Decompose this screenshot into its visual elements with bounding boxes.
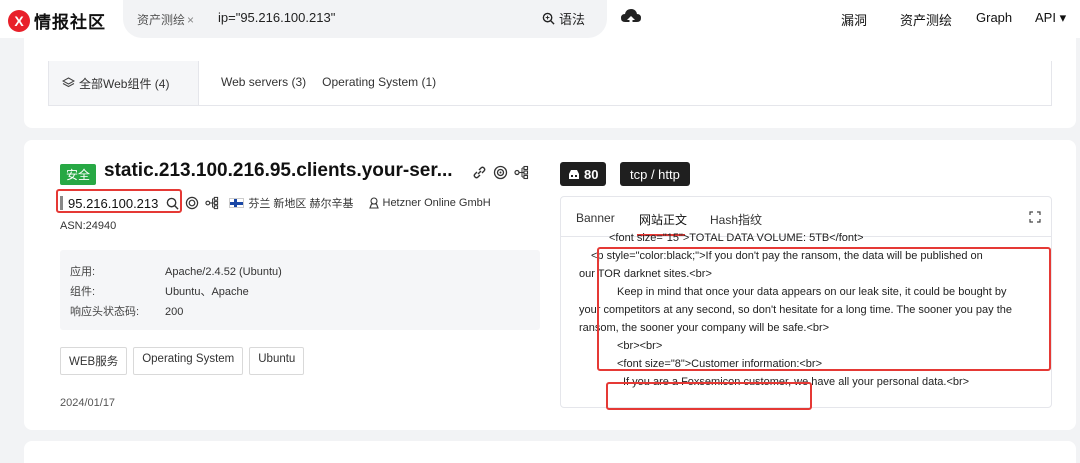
org-name: Hetzner Online GmbH [382, 197, 491, 209]
port-badge[interactable]: 80 [560, 162, 607, 186]
layers-icon [62, 77, 75, 88]
info-row-app: 应用: Apache/2.4.52 (Ubuntu) [70, 263, 282, 279]
ip-line: 95.216.100.213 芬兰 新地区 赫尔辛基 Hetzner Onlin… [60, 195, 491, 211]
info-key: 组件: [70, 286, 96, 298]
search-icon [542, 12, 555, 25]
tab-banner[interactable]: Banner [576, 211, 615, 225]
tab-site-body[interactable]: 网站正文 [639, 211, 687, 228]
graph-icon[interactable] [514, 165, 529, 180]
server-icon [569, 169, 579, 179]
code-line: <br><br> [617, 340, 663, 352]
next-card [24, 441, 1076, 463]
nav-graph[interactable]: Graph [976, 10, 1012, 25]
host-title[interactable]: static.213.100.216.95.clients.your-ser..… [104, 160, 453, 182]
tag-operating-system[interactable]: Operating System [133, 347, 244, 375]
info-key: 应用: [70, 266, 96, 278]
safe-badge: 安全 [60, 164, 97, 185]
nav-asset-mapping[interactable]: 资产测绘 [900, 10, 952, 29]
components-table: 全部Web组件 (4) Web servers (3) Operating Sys… [48, 61, 1052, 106]
link-icon[interactable] [472, 165, 487, 180]
all-web-components[interactable]: 全部Web组件 (4) [49, 61, 199, 105]
info-row-component: 组件: Ubuntu、Apache [70, 283, 249, 299]
code-line: ransom, the sooner your company will be … [579, 322, 830, 334]
search-scope-tab[interactable]: 资产测绘 × [137, 11, 194, 28]
fullscreen-icon[interactable] [1029, 211, 1041, 223]
code-line: <font size="15">TOTAL DATA VOLUME: 5TB</… [609, 232, 864, 244]
title-actions [472, 165, 529, 180]
banner-panel: Banner 网站正文 Hash指纹 <font size="15">TOTAL… [560, 196, 1052, 408]
site-body-content: <font size="15">TOTAL DATA VOLUME: 5TB</… [561, 232, 1051, 391]
search-input[interactable]: ip="95.216.100.213" [218, 10, 335, 25]
components-card: 全部Web组件 (4) Web servers (3) Operating Sys… [24, 38, 1076, 128]
code-line: <font size="8">Customer information:<br> [617, 358, 822, 370]
ip-actions [166, 196, 219, 210]
search-scope-label: 资产测绘 [137, 13, 186, 27]
component-web-servers[interactable]: Web servers (3) [221, 75, 306, 89]
info-value[interactable]: Apache/2.4.52 (Ubuntu) [165, 266, 282, 278]
org-label[interactable]: Hetzner Online GmbH [368, 197, 491, 209]
code-line: Keep in mind that once your data appears… [617, 286, 1007, 298]
component-operating-system[interactable]: Operating System (1) [322, 75, 436, 89]
search-icon[interactable] [166, 197, 179, 210]
nav-vulnerabilities[interactable]: 漏洞 [841, 10, 867, 29]
components-head-label: 全部Web组件 (4) [79, 76, 170, 91]
logo-mark: X [8, 9, 30, 32]
cloud-upload-icon[interactable] [620, 8, 642, 28]
code-line: <p style="color:black;">If you don't pay… [591, 250, 983, 262]
tag-ubuntu[interactable]: Ubuntu [249, 347, 305, 375]
tag-list: WEB服务 Operating System Ubuntu [60, 347, 305, 375]
target-icon[interactable] [185, 196, 199, 210]
scan-date: 2024/01/17 [60, 397, 116, 409]
code-line: your competitors at any second, so don't… [579, 304, 1012, 316]
organization-icon [368, 197, 379, 209]
info-row-status: 响应头状态码: 200 [70, 303, 183, 319]
tab-hash-fingerprint[interactable]: Hash指纹 [710, 211, 762, 228]
close-icon[interactable]: × [187, 13, 194, 27]
location-text[interactable]: 芬兰 新地区 赫尔辛基 [248, 195, 353, 211]
code-line: our TOR darknet sites.<br> [579, 268, 712, 280]
nav-api[interactable]: API ▾ [1035, 10, 1066, 26]
info-value[interactable]: 200 [165, 306, 183, 318]
graph-icon[interactable] [205, 196, 219, 210]
logo-text: 情报社区 [34, 13, 106, 32]
ip-marker [60, 196, 63, 210]
logo[interactable]: X 情报社区 [8, 8, 106, 33]
search-bar[interactable]: 资产测绘 × ip="95.216.100.213" 语法 [123, 0, 607, 38]
syntax-label: 语法 [559, 12, 586, 27]
finland-flag-icon [229, 198, 245, 208]
component-list: Web servers (3) Operating System (1) [221, 75, 452, 89]
code-line: If you are a Foxsemicon customer, we hav… [623, 376, 970, 388]
top-header: X 情报社区 资产测绘 × ip="95.216.100.213" 语法 漏洞 资… [0, 0, 1080, 38]
info-key: 响应头状态码: [70, 306, 140, 318]
host-card: 安全 static.213.100.216.95.clients.your-se… [24, 140, 1076, 430]
tag-web-service[interactable]: WEB服务 [60, 347, 128, 375]
info-value[interactable]: Ubuntu、Apache [165, 286, 249, 298]
protocol-badge[interactable]: tcp / http [620, 162, 690, 186]
asn-text[interactable]: ASN:24940 [60, 220, 116, 232]
ip-address[interactable]: 95.216.100.213 [68, 196, 158, 211]
target-icon[interactable] [493, 165, 508, 180]
port-number: 80 [584, 166, 599, 182]
service-info-box: 应用: Apache/2.4.52 (Ubuntu) 组件: Ubuntu、Apac… [60, 250, 540, 330]
syntax-button[interactable]: 语法 [542, 9, 585, 28]
